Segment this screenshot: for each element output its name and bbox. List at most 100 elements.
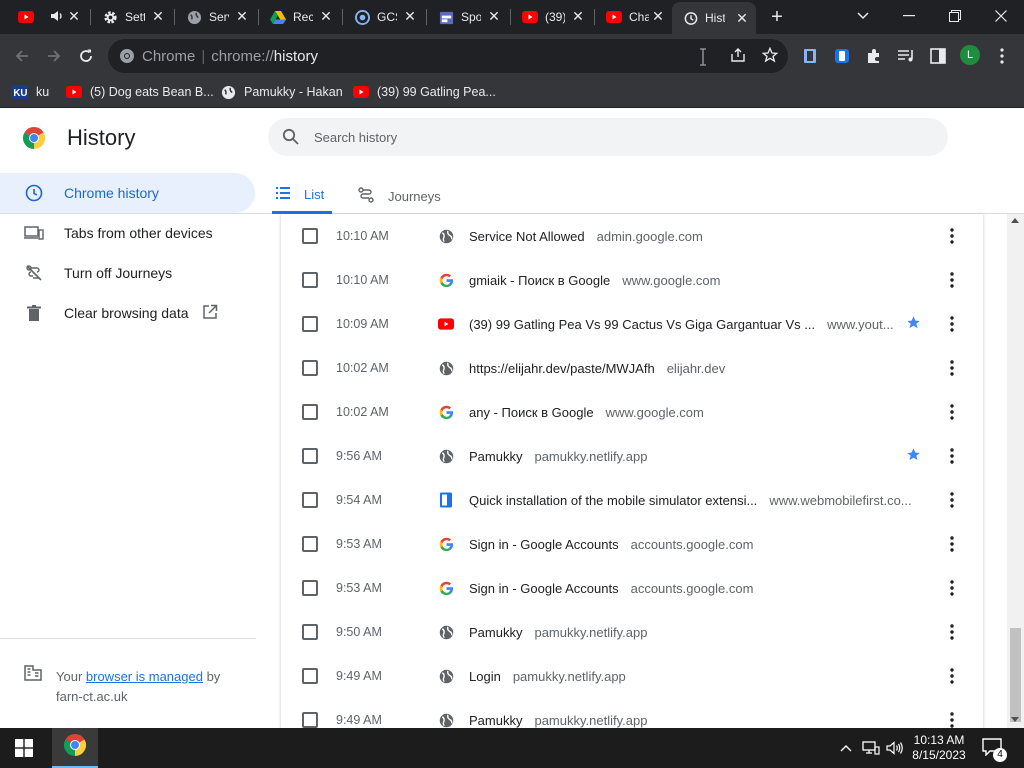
row-checkbox[interactable] [302,228,318,244]
bookmark-item[interactable]: Pamukky - Hakan [220,82,343,102]
history-row[interactable]: 9:54 AM Quick installation of the mobile … [281,478,983,522]
more-actions-icon[interactable] [942,710,962,728]
bookmark-item[interactable]: KU ku [12,82,49,102]
taskbar-chrome-button[interactable] [52,728,98,768]
history-link[interactable]: https://elijahr.dev/paste/MWJAfh [469,361,655,376]
bookmarked-star-icon[interactable] [906,315,921,333]
tab-search-button[interactable] [840,0,886,32]
back-button[interactable] [8,42,36,70]
close-tab-icon[interactable]: ✕ [402,8,418,24]
history-link[interactable]: Sign in - Google Accounts [469,537,619,552]
more-actions-icon[interactable] [942,226,962,246]
sidebar-item-other-devices[interactable]: Tabs from other devices [0,213,255,253]
close-tab-icon[interactable]: ✕ [234,8,250,24]
history-row[interactable]: 9:56 AM Pamukky pamukky.netlify.app [281,434,983,478]
page-scrollbar[interactable] [1007,214,1024,728]
share-icon[interactable] [730,47,746,68]
media-control-icon[interactable] [892,42,920,70]
history-row[interactable]: 9:49 AM Login pamukky.netlify.app [281,654,983,698]
more-actions-icon[interactable] [942,314,962,334]
history-row[interactable]: 9:50 AM Pamukky pamukky.netlify.app [281,610,983,654]
history-link[interactable]: Sign in - Google Accounts [469,581,619,596]
volume-icon[interactable] [884,728,906,768]
history-row[interactable]: 10:10 AM Service Not Allowed admin.google.… [281,214,983,258]
more-actions-icon[interactable] [942,358,962,378]
more-actions-icon[interactable] [942,446,962,466]
bookmark-item[interactable]: (5) Dog eats Bean B... [66,82,214,102]
new-tab-button[interactable]: + [766,6,788,28]
row-checkbox[interactable] [302,580,318,596]
chrome-menu-icon[interactable] [988,42,1016,70]
history-link[interactable]: Login [469,669,501,684]
extension-icon[interactable] [796,42,824,70]
close-tab-icon[interactable]: ✕ [318,8,334,24]
history-link[interactable]: Service Not Allowed [469,229,585,244]
row-checkbox[interactable] [302,316,318,332]
more-actions-icon[interactable] [942,402,962,422]
browser-managed-link[interactable]: browser is managed [86,669,203,684]
row-checkbox[interactable] [302,272,318,288]
row-checkbox[interactable] [302,448,318,464]
extensions-puzzle-icon[interactable] [860,42,888,70]
history-row[interactable]: 9:49 AM Pamukky pamukky.netlify.app [281,698,983,728]
browser-tab[interactable]: Cha ✕ [596,4,672,30]
more-actions-icon[interactable] [942,578,962,598]
row-checkbox[interactable] [302,712,318,728]
history-row[interactable]: 10:02 AM any - Поиск в Google www.google.c… [281,390,983,434]
tab-list[interactable]: List [272,178,332,214]
history-row[interactable]: 9:53 AM Sign in - Google Accounts accounts… [281,566,983,610]
search-history-field[interactable] [268,118,948,156]
sidebar-item-chrome-history[interactable]: Chrome history [0,173,255,213]
windows-start-button[interactable] [0,728,48,768]
browser-tab-active[interactable]: History ✕ [672,2,756,34]
row-checkbox[interactable] [302,536,318,552]
row-checkbox[interactable] [302,668,318,684]
show-hidden-icons-button[interactable] [836,728,856,768]
more-actions-icon[interactable] [942,270,962,290]
side-panel-icon[interactable] [924,42,952,70]
mobile-simulator-extension-icon[interactable] [828,42,856,70]
restore-button[interactable] [932,0,978,32]
history-link[interactable]: any - Поиск в Google [469,405,594,420]
history-link[interactable]: Pamukky [469,625,522,640]
close-tab-icon[interactable]: ✕ [486,8,502,24]
sidebar-item-turn-off-journeys[interactable]: Turn off Journeys [0,253,255,293]
browser-tab[interactable]: (39) ✕ [512,4,592,30]
network-icon[interactable] [860,728,882,768]
browser-tab[interactable]: Settings ✕ [92,4,172,30]
browser-tab[interactable]: Recent ✕ [260,4,340,30]
browser-tab[interactable]: Service ✕ [176,4,256,30]
profile-avatar[interactable]: L [960,45,980,65]
search-input[interactable] [314,118,914,156]
history-link[interactable]: Pamukky [469,713,522,728]
forward-button[interactable] [40,42,68,70]
scroll-up-arrow[interactable] [1011,218,1019,223]
close-window-button[interactable] [978,0,1024,32]
taskbar-clock[interactable]: 10:13 AM 8/15/2023 [904,733,974,763]
bookmarked-star-icon[interactable] [906,447,921,465]
tab-journeys[interactable]: Journeys [358,178,458,214]
history-row[interactable]: 10:10 AM gmiaik - Поиск в Google www.googl… [281,258,983,302]
history-link[interactable]: Pamukky [469,449,522,464]
close-tab-icon[interactable]: ✕ [650,8,666,24]
history-row[interactable]: 9:53 AM Sign in - Google Accounts accounts… [281,522,983,566]
more-actions-icon[interactable] [942,534,962,554]
bookmark-item[interactable]: (39) 99 Gatling Pea... [353,82,496,102]
browser-tab[interactable]: GCSE ✕ [344,4,424,30]
more-actions-icon[interactable] [942,622,962,642]
close-tab-icon[interactable]: ✕ [570,8,586,24]
row-checkbox[interactable] [302,360,318,376]
address-bar[interactable]: Chrome | chrome://history [108,39,788,73]
close-tab-icon[interactable]: ✕ [66,8,82,24]
row-checkbox[interactable] [302,404,318,420]
scroll-down-arrow[interactable] [1011,717,1019,722]
minimize-button[interactable] [886,0,932,32]
sidebar-item-clear-browsing-data[interactable]: Clear browsing data [0,293,255,333]
browser-tab[interactable]: Spot ✕ [428,4,508,30]
reload-button[interactable] [72,42,100,70]
close-tab-icon[interactable]: ✕ [150,8,166,24]
row-checkbox[interactable] [302,492,318,508]
history-row[interactable]: 10:09 AM (39) 99 Gatling Pea Vs 99 Cactus… [281,302,983,346]
more-actions-icon[interactable] [942,666,962,686]
history-link[interactable]: Quick installation of the mobile simulat… [469,493,757,508]
